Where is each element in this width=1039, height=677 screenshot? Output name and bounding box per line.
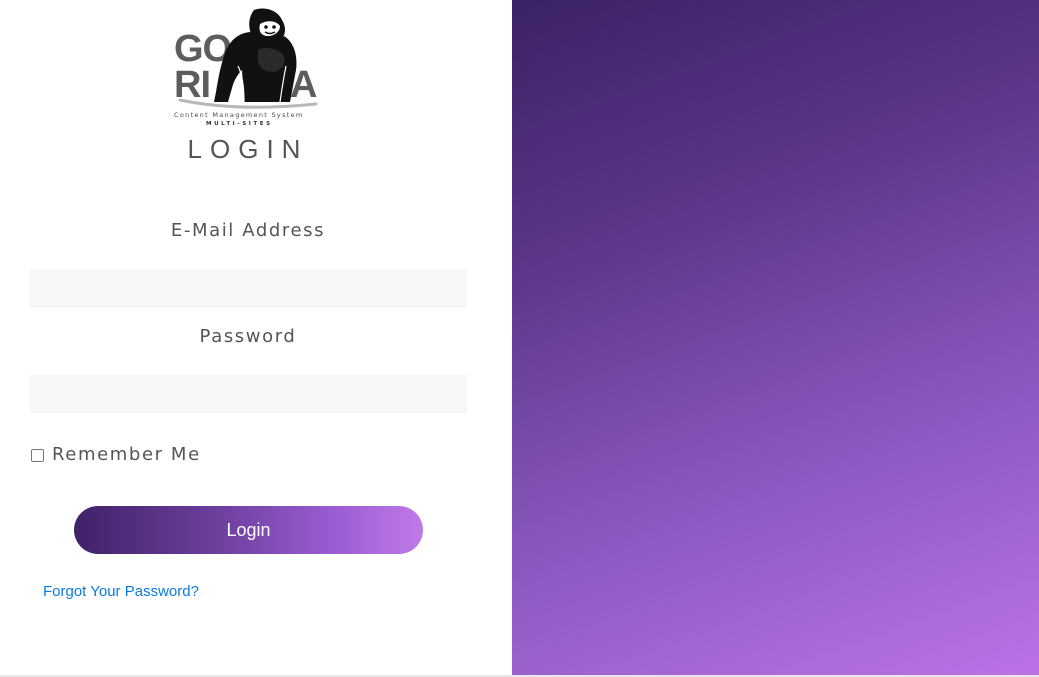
logo-subtagline: MULTI-SITES — [206, 121, 273, 127]
logo-tagline: Content Management System — [174, 111, 304, 119]
brand-logo: GO RI A Content Management System MULTI-… — [172, 6, 328, 130]
remember-me-checkbox[interactable] — [31, 448, 44, 462]
email-field[interactable] — [30, 269, 467, 307]
remember-me-row: Remember Me — [30, 443, 201, 467]
login-button[interactable]: Login — [74, 506, 423, 554]
gradient-background-panel — [512, 0, 1039, 675]
email-label: E-Mail Address — [170, 220, 326, 241]
gorilla-icon — [214, 8, 297, 103]
password-field[interactable] — [30, 375, 467, 413]
password-label: Password — [199, 326, 297, 347]
forgot-password-link[interactable]: Forgot Your Password? — [43, 583, 199, 601]
login-panel: GO RI A Content Management System MULTI-… — [0, 0, 512, 675]
page-title: LOGIN — [187, 134, 309, 164]
remember-me-label[interactable]: Remember Me — [52, 446, 201, 464]
